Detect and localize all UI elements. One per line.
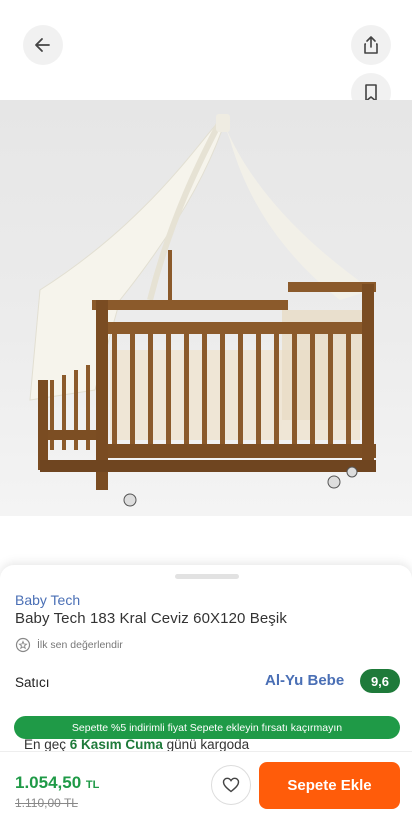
crib-photo (29, 114, 376, 507)
promo-banner[interactable]: Sepette %5 indirimli fiyat Sepete ekleyi… (14, 716, 400, 739)
divider (0, 751, 412, 752)
share-button[interactable] (351, 25, 391, 65)
delivery-prefix: En geç (24, 737, 67, 752)
seller-name-link[interactable]: Al-Yu Bebe (265, 672, 344, 689)
product-info-sheet: Baby Tech Baby Tech 183 Kral Ceviz 60X12… (0, 565, 412, 820)
sheet-handle[interactable] (175, 574, 239, 579)
add-to-cart-button[interactable]: Sepete Ekle (259, 762, 400, 809)
delivery-date: 6 Kasım Cuma (69, 737, 163, 752)
back-button[interactable] (23, 25, 63, 65)
delivery-info: En geç 6 Kasım Cuma günü kargoda (24, 737, 249, 752)
heart-icon (222, 777, 240, 793)
rating-prompt-label: İlk sen değerlendir (37, 639, 123, 651)
rate-icon (15, 637, 31, 653)
current-price: 1.054,50 TL (15, 773, 99, 793)
favorite-button[interactable] (211, 765, 251, 805)
seller-label: Satıcı (15, 675, 50, 690)
top-bar (0, 0, 412, 113)
seller-score-badge: 9,6 (360, 669, 400, 693)
rating-prompt[interactable]: İlk sen değerlendir (15, 637, 123, 653)
old-price: 1.110,00 TL (15, 796, 78, 810)
arrow-left-icon (35, 38, 50, 52)
share-icon (364, 36, 378, 54)
product-title: Baby Tech 183 Kral Ceviz 60X120 Beşik (15, 610, 287, 627)
price-currency: TL (85, 779, 100, 791)
delivery-suffix: günü kargoda (166, 737, 250, 752)
product-image[interactable] (0, 100, 412, 516)
price-value: 1.054,50 (15, 773, 82, 792)
brand-link[interactable]: Baby Tech (15, 592, 80, 608)
